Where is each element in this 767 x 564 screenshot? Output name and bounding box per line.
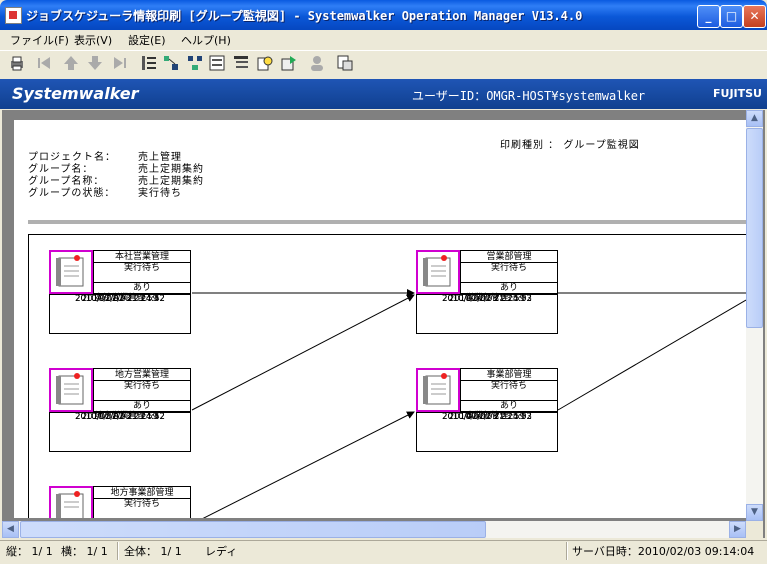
detail-icon[interactable] — [208, 54, 226, 72]
job-status: 実行待ち — [461, 262, 557, 273]
scroll-left-icon[interactable]: ◀ — [2, 521, 19, 538]
job-time: 2010/02/02 21:25:03 — [417, 412, 557, 422]
scroll-down-icon[interactable]: ▼ — [746, 504, 763, 521]
job-flag: あり — [94, 400, 190, 411]
job-flag: あり — [461, 400, 557, 411]
zoom-icon[interactable] — [256, 54, 274, 72]
settings-icon[interactable] — [336, 54, 354, 72]
job-time: 2010/02/02 21:25:03 — [417, 294, 557, 304]
vertical-scrollbar[interactable]: ▲ ▼ — [746, 110, 763, 521]
job-node[interactable]: 地方事業部管理 実行待ち — [49, 486, 191, 518]
job-flag: あり — [94, 282, 190, 293]
fujitsu-logo: FUJITSU — [713, 87, 762, 100]
job-time: 2010/02/02 21:24:52 — [50, 412, 190, 422]
job-name: 地方営業管理 — [114, 370, 169, 380]
job-icon — [416, 250, 460, 294]
job-icon — [49, 368, 93, 412]
status-separator — [117, 542, 119, 560]
scroll-right-icon[interactable]: ▶ — [729, 521, 746, 538]
status-separator — [566, 542, 568, 560]
horizontal-scrollbar[interactable]: ◀ ▶ — [2, 521, 746, 538]
job-icon — [49, 486, 93, 518]
status-ready: レディ — [205, 545, 238, 558]
scroll-corner — [746, 521, 763, 538]
list-view-icon[interactable] — [140, 54, 158, 72]
prev-page-icon[interactable] — [62, 54, 80, 72]
horizontal-scroll-thumb[interactable] — [20, 521, 486, 538]
job-status: 実行待ち — [94, 380, 190, 391]
job-name: 本社営業管理 — [114, 252, 169, 262]
scroll-up-icon[interactable]: ▲ — [746, 110, 763, 127]
menu-file[interactable]: ファイル(F) — [10, 32, 69, 48]
window-title: ジョブスケジューラ情報印刷 [グループ監視図] - Systemwalker O… — [26, 9, 583, 23]
maximize-button[interactable]: □ — [720, 5, 743, 28]
page-vertical: 縦： 1/ 1 — [6, 545, 53, 558]
menu-bar — [0, 30, 767, 49]
job-name: 地方事業部管理 — [110, 488, 174, 498]
user-id: ユーザーID：OMGR-HOST¥systemwalker — [412, 89, 646, 103]
menu-view[interactable]: 表示(V) — [74, 32, 112, 48]
close-button[interactable]: ✕ — [743, 5, 766, 28]
job-icon — [416, 368, 460, 412]
job-status: 実行待ち — [94, 262, 190, 273]
page-horizontal: 横： 1/ 1 — [61, 545, 108, 558]
job-icon — [49, 250, 93, 294]
group-view-icon[interactable] — [162, 54, 180, 72]
net-view-icon[interactable] — [186, 54, 204, 72]
first-page-icon[interactable] — [36, 54, 54, 72]
next-page-icon[interactable] — [86, 54, 104, 72]
systemwalker-logo: Systemwalker — [12, 84, 139, 103]
job-node[interactable]: 営業部管理 実行待ち あり 営業部管理 2010/02/03 23:59 201… — [416, 250, 558, 334]
server-time: サーバ日時：2010/02/03 09:14:04 — [572, 545, 755, 558]
print-icon[interactable] — [8, 54, 26, 72]
export-icon[interactable] — [280, 54, 298, 72]
job-time: 2010/02/02 21:24:52 — [50, 294, 190, 304]
app-icon[interactable] — [5, 7, 22, 24]
job-name: 事業部管理 — [486, 370, 532, 380]
print-page: 印刷種別 ： グループ監視図 プロジェクト名： 売上管理 グループ名： 売上定期… — [14, 120, 746, 518]
tree-view-icon[interactable] — [232, 54, 250, 72]
job-node[interactable]: 地方営業管理 実行待ち あり 地方営業管理 2010/02/03 23:59 2… — [49, 368, 191, 452]
job-node[interactable]: 事業部管理 実行待ち あり 事業部管理 2010/02/03 23:59 201… — [416, 368, 558, 452]
last-page-icon[interactable] — [110, 54, 128, 72]
job-status: 実行待ち — [94, 498, 190, 509]
menu-help[interactable]: ヘルプ(H) — [181, 32, 231, 48]
job-node[interactable]: 本社営業管理 実行待ち あり 本社営業管理 2010/02/03 23:59 2… — [49, 250, 191, 334]
vertical-scroll-thumb[interactable] — [746, 128, 763, 328]
job-status: 実行待ち — [461, 380, 557, 391]
menu-settings[interactable]: 設定(E) — [128, 32, 166, 48]
job-flag: あり — [461, 282, 557, 293]
job-name: 営業部管理 — [486, 252, 532, 262]
page-total: 全体： 1/ 1 — [124, 545, 182, 558]
minimize-button[interactable]: _ — [697, 5, 720, 28]
user-icon[interactable] — [308, 54, 326, 72]
